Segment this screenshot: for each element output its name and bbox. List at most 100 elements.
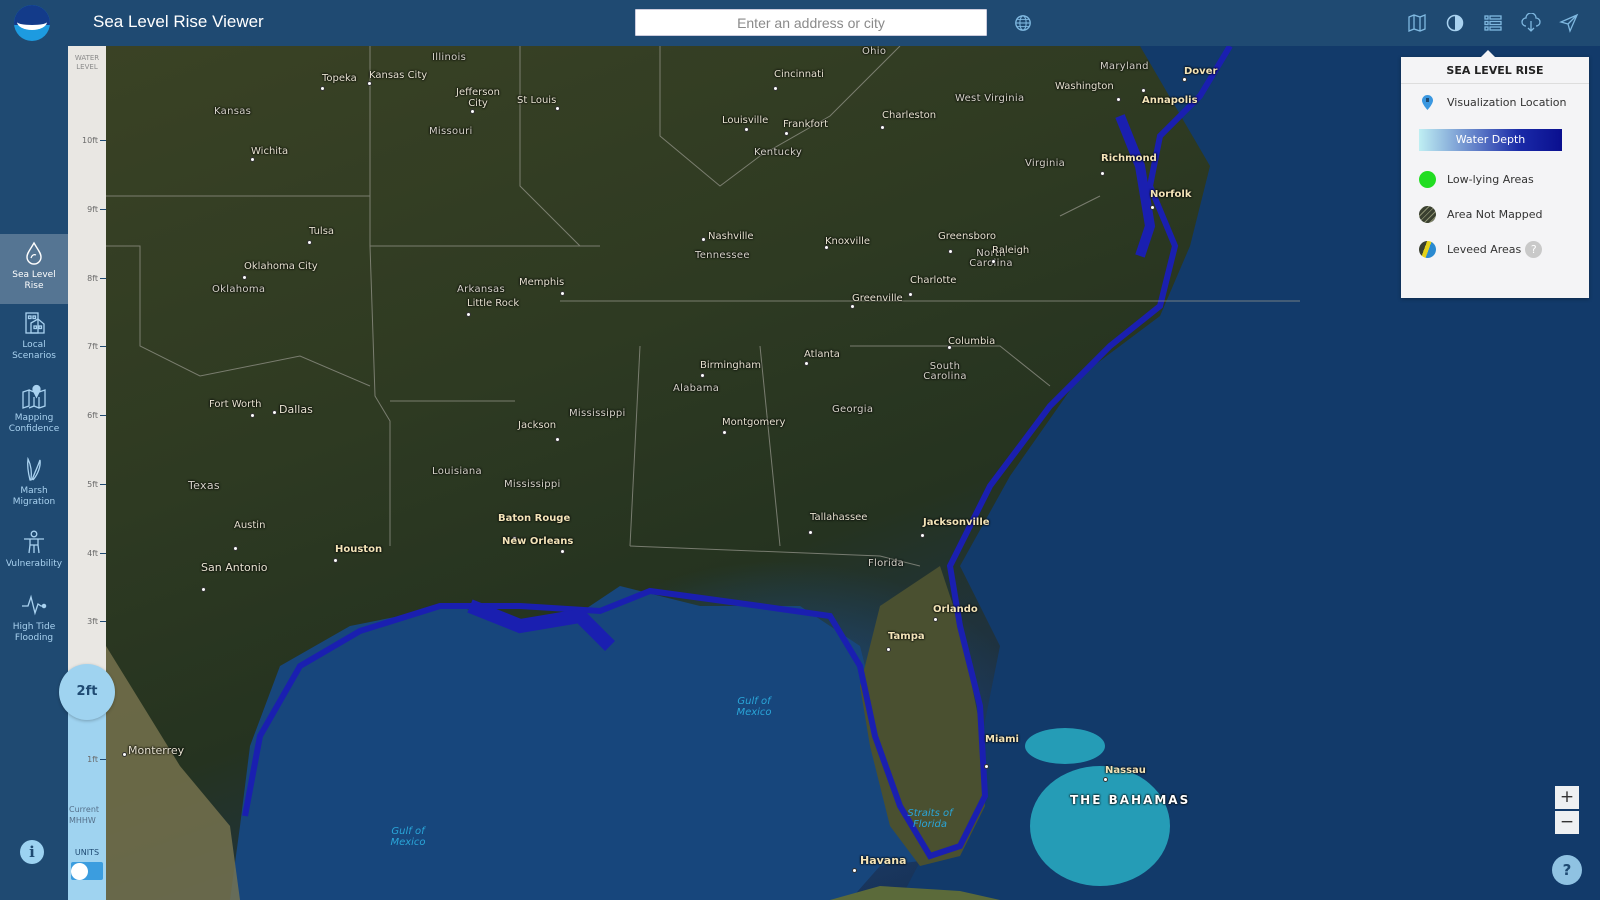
low-lying-swatch-icon bbox=[1419, 171, 1436, 188]
map-label-city: Greenville bbox=[852, 293, 903, 304]
sidebar-item-marsh-migration[interactable]: Marsh Migration bbox=[0, 450, 68, 520]
noaa-logo[interactable] bbox=[14, 5, 50, 41]
leveed-swatch-icon bbox=[1419, 241, 1436, 258]
map-label-city: St Louis bbox=[517, 95, 557, 106]
info-button[interactable]: i bbox=[20, 840, 44, 864]
bahamas-shallows bbox=[1030, 766, 1170, 886]
header-toolbar bbox=[1406, 12, 1580, 34]
map-label-city: Nassau bbox=[1105, 765, 1146, 776]
water-level-slider[interactable]: WATER LEVEL 10ft 9ft 8ft 7ft 6ft 5ft 4ft… bbox=[68, 46, 106, 900]
sidebar-item-vulnerability[interactable]: Vulnerability bbox=[0, 523, 68, 593]
legend-label: Low-lying Areas bbox=[1447, 173, 1534, 186]
map-label-city: Tampa bbox=[888, 631, 925, 642]
water-level-title-line: LEVEL bbox=[76, 63, 98, 71]
share-icon[interactable] bbox=[1558, 12, 1580, 34]
city-marker bbox=[700, 373, 705, 378]
city-marker bbox=[1150, 205, 1155, 210]
city-marker bbox=[367, 81, 372, 86]
legend-item-low-lying-areas: Low-lying Areas bbox=[1419, 171, 1534, 188]
map-label-city: Norfolk bbox=[1150, 189, 1192, 200]
map-label-city: Memphis bbox=[519, 277, 565, 288]
sidebar-item-sea-level-rise[interactable]: Sea Level Rise bbox=[0, 234, 68, 304]
city-marker bbox=[250, 157, 255, 162]
city-marker bbox=[804, 361, 809, 366]
map-label-state: Tennessee bbox=[695, 250, 750, 261]
city-marker bbox=[920, 533, 925, 538]
map-label-state: Oklahoma bbox=[212, 284, 266, 295]
contrast-icon[interactable] bbox=[1444, 12, 1466, 34]
legend-label: Leveed Areas bbox=[1447, 243, 1522, 256]
basemap-icon[interactable] bbox=[1406, 12, 1428, 34]
legend-label: Visualization Location bbox=[1447, 96, 1567, 109]
city-marker bbox=[852, 868, 857, 873]
water-level-title: WATER LEVEL bbox=[68, 54, 106, 72]
bahamas-bank bbox=[1025, 728, 1105, 764]
map-label-city: Jacksonville bbox=[923, 517, 990, 528]
legend-panel: SEA LEVEL RISE Visualization Location Wa… bbox=[1401, 50, 1589, 298]
address-search-input[interactable] bbox=[635, 9, 987, 36]
marsh-grass-icon bbox=[26, 456, 41, 481]
map-label-city: Tulsa bbox=[309, 226, 335, 237]
city-marker bbox=[1116, 97, 1121, 102]
map-canvas[interactable]: Illinois Ohio Kansas Missouri Kentucky W… bbox=[0, 46, 1600, 900]
city-marker bbox=[886, 647, 891, 652]
zoom-out-button[interactable]: − bbox=[1555, 811, 1579, 834]
slider-tick: 9ft bbox=[87, 205, 106, 214]
map-label-state: Arkansas bbox=[457, 284, 505, 295]
map-label-city: Wichita bbox=[251, 146, 289, 157]
globe-icon[interactable] bbox=[1014, 14, 1032, 32]
help-button[interactable]: ? bbox=[1552, 855, 1582, 885]
legend-item-visualization-location: Visualization Location bbox=[1419, 94, 1567, 111]
sidebar-item-local-scenarios[interactable]: Local Scenarios bbox=[0, 304, 68, 374]
map-label-state: Texas bbox=[188, 479, 220, 492]
map-label-city: Kansas City bbox=[369, 70, 428, 81]
units-label: UNITS bbox=[74, 848, 100, 857]
sidebar-item-label: Sea Level bbox=[12, 270, 56, 280]
map-label-state: Mississippi bbox=[504, 479, 561, 490]
city-marker bbox=[560, 549, 565, 554]
sidebar-item-mapping-confidence[interactable]: Mapping Confidence bbox=[0, 377, 68, 447]
map-label-city: Annapolis bbox=[1142, 95, 1198, 106]
legend-label: Area Not Mapped bbox=[1447, 208, 1543, 221]
map-label-city: Jackson bbox=[518, 420, 557, 431]
map-label-city: New Orleans bbox=[502, 536, 574, 547]
map-label-city: Knoxville bbox=[825, 236, 871, 247]
city-marker bbox=[744, 127, 749, 132]
map-label-state: Louisiana bbox=[432, 466, 482, 477]
units-toggle[interactable] bbox=[71, 862, 103, 880]
map-label-city: Nashville bbox=[708, 231, 754, 242]
city-marker bbox=[307, 240, 312, 245]
map-label-city: Tallahassee bbox=[810, 512, 868, 523]
slider-tick: 3ft bbox=[87, 617, 106, 626]
layers-list-icon[interactable] bbox=[1482, 12, 1504, 34]
pulse-icon bbox=[22, 594, 47, 616]
map-label-city: Louisville bbox=[722, 115, 769, 126]
map-pin-icon bbox=[22, 384, 46, 409]
units-toggle-knob[interactable] bbox=[71, 863, 88, 880]
sidebar-item-label: Confidence bbox=[8, 424, 60, 434]
water-level-slider-handle[interactable]: 2ft bbox=[59, 664, 115, 720]
map-label-city: Jefferson City bbox=[456, 87, 500, 109]
map-label-city: Havana bbox=[860, 854, 907, 867]
slider-tick: 7ft bbox=[87, 342, 106, 351]
sidebar-item-high-tide-flooding[interactable]: High Tide Flooding bbox=[0, 586, 68, 656]
slider-tick: 1ft bbox=[87, 755, 106, 764]
city-marker bbox=[701, 237, 706, 242]
zoom-in-button[interactable]: + bbox=[1555, 786, 1579, 809]
map-label-state: Virginia bbox=[1025, 158, 1066, 169]
app-title: Sea Level Rise Viewer bbox=[93, 12, 264, 31]
country-label-bahamas: THE BAHAMAS bbox=[1070, 793, 1191, 807]
map-label-city: Atlanta bbox=[804, 349, 840, 360]
top-header-bar: Sea Level Rise Viewer bbox=[0, 0, 1600, 46]
city-marker bbox=[122, 752, 127, 757]
city-marker bbox=[250, 413, 255, 418]
map-label-city: Washington bbox=[1055, 81, 1114, 92]
map-label-city: Charleston bbox=[882, 110, 937, 121]
city-marker bbox=[555, 106, 560, 111]
sidebar-item-label: Scenarios bbox=[12, 351, 56, 361]
download-icon[interactable] bbox=[1520, 12, 1542, 34]
water-label-gulf-of-mexico: Gulf of Mexico bbox=[736, 696, 772, 718]
leveed-help-button[interactable]: ? bbox=[1525, 241, 1543, 258]
map-label-city: Dover bbox=[1184, 66, 1218, 77]
map-label-city: Montgomery bbox=[722, 417, 786, 428]
